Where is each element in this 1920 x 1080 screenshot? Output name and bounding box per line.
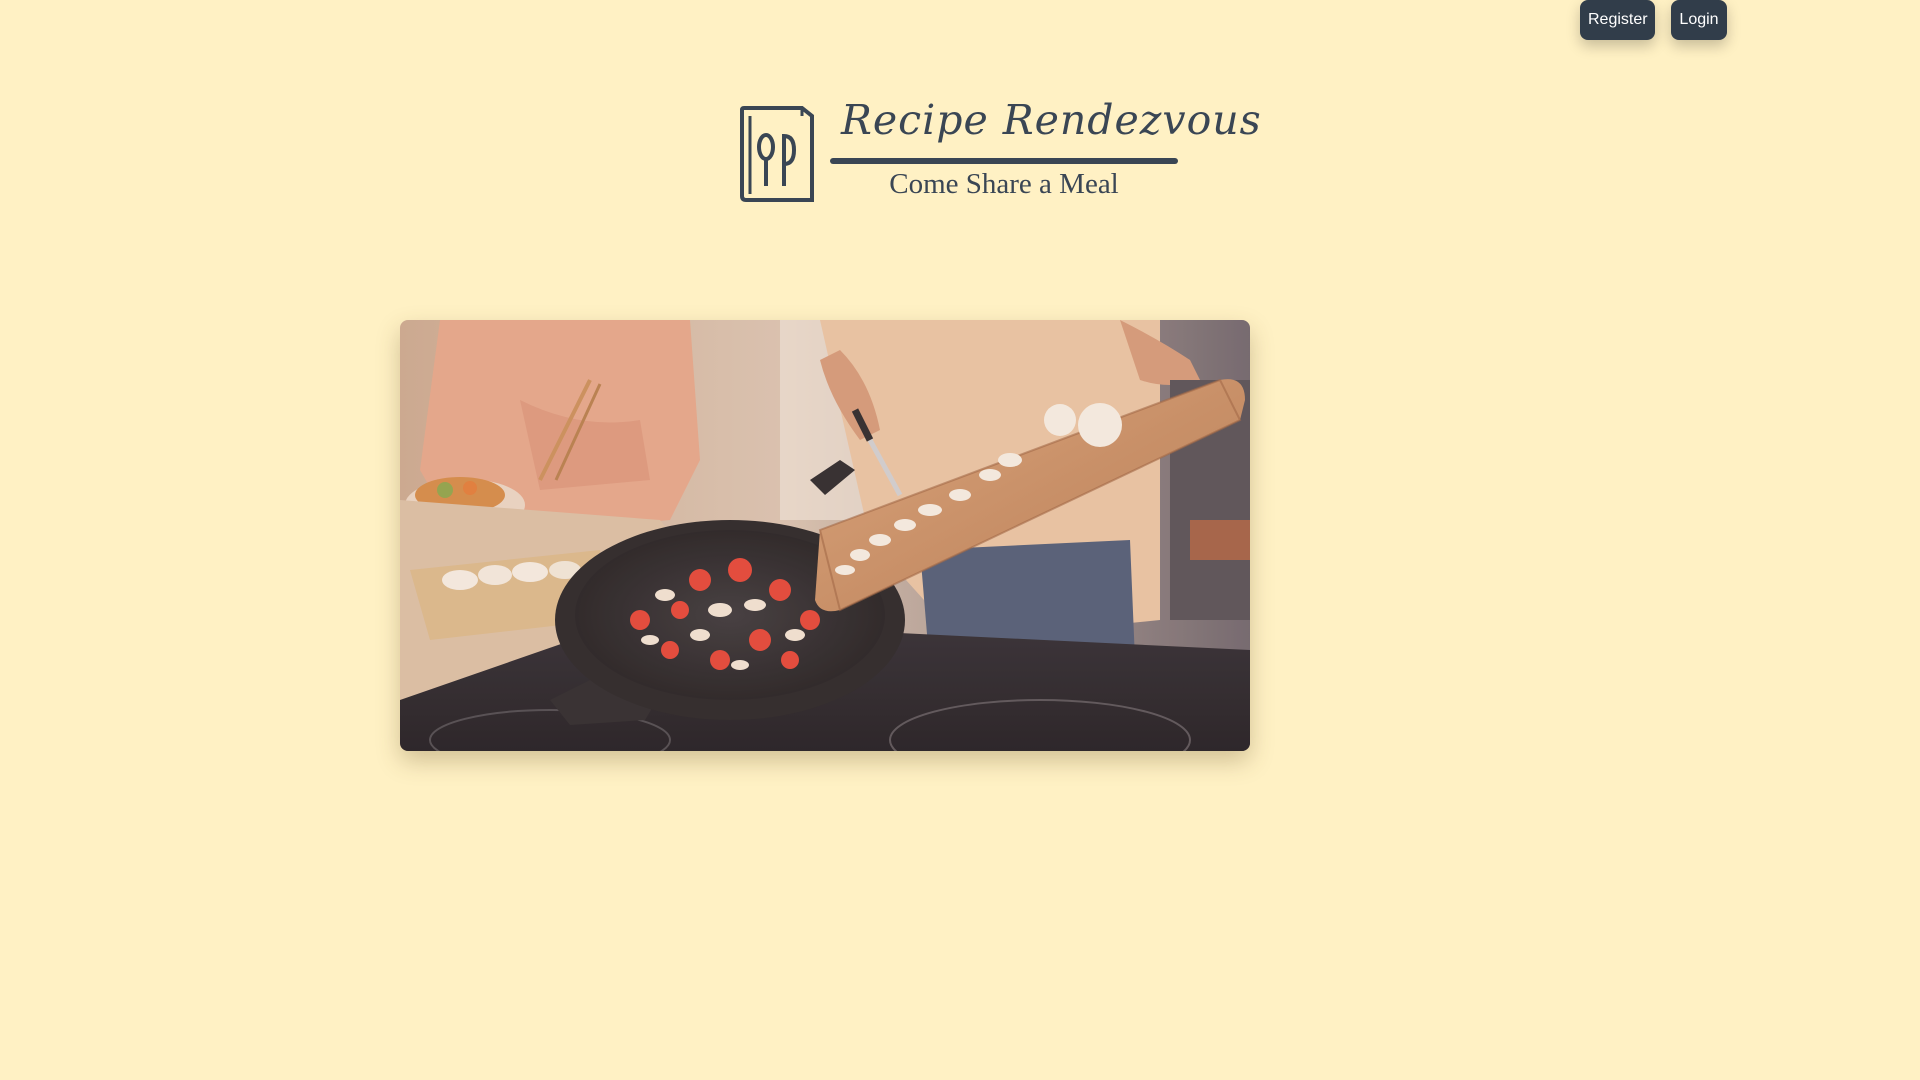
hero-image xyxy=(400,320,1250,751)
top-nav: Register Login xyxy=(1580,0,1727,40)
brand-divider xyxy=(830,158,1178,164)
brand-tagline: Come Share a Meal xyxy=(889,168,1119,200)
brand-title: Recipe Rendezvous xyxy=(841,96,1262,144)
register-button[interactable]: Register xyxy=(1580,0,1655,40)
brand-logo: Recipe Rendezvous Come Share a Meal xyxy=(738,96,1262,208)
cookbook-utensils-icon xyxy=(740,106,814,202)
cooking-scene-photo xyxy=(400,320,1250,751)
login-button[interactable]: Login xyxy=(1671,0,1727,40)
landing-page: Register Login Recipe Rendezvous Come Sh… xyxy=(0,0,1920,1080)
